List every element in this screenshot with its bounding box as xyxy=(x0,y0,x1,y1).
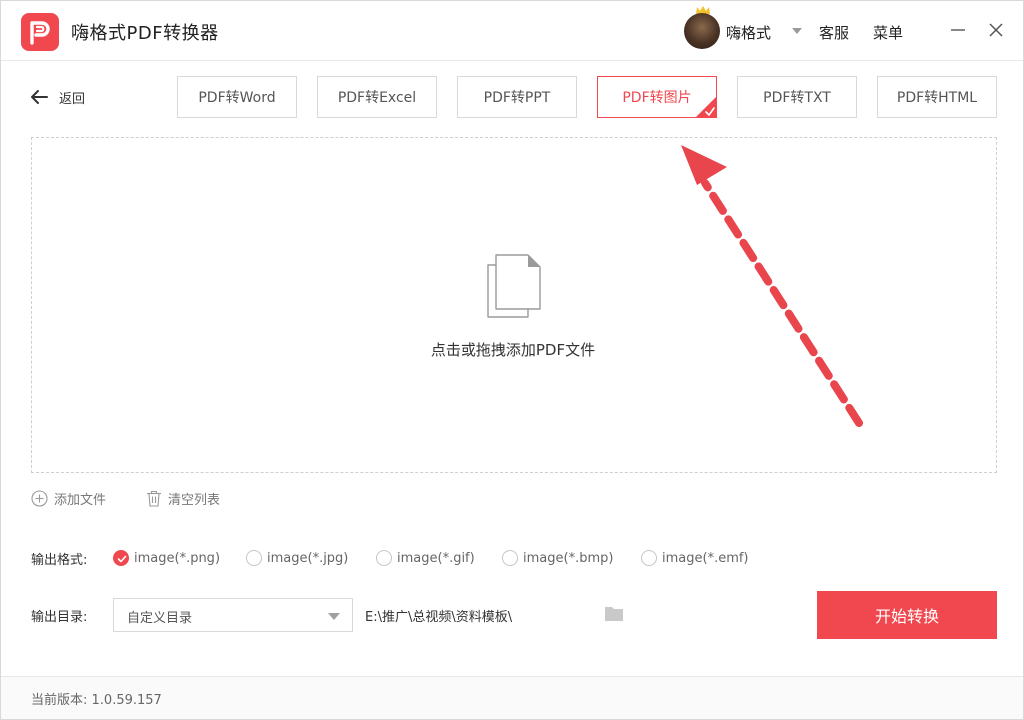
back-button[interactable]: 返回 xyxy=(29,87,85,107)
radio-unchecked-icon xyxy=(246,550,262,566)
tab-pdf-to-word[interactable]: PDF转Word xyxy=(177,76,297,118)
service-button[interactable]: 客服 xyxy=(819,22,849,43)
radio-label: image(*.emf) xyxy=(662,550,749,566)
trash-icon xyxy=(147,490,161,507)
radio-unchecked-icon xyxy=(376,550,392,566)
drop-hint: 点击或拖拽添加PDF文件 xyxy=(430,341,596,359)
radio-bmp[interactable]: image(*.bmp) xyxy=(502,548,613,568)
tab-pdf-to-txt[interactable]: PDF转TXT xyxy=(737,76,857,118)
version-info: 当前版本: 1.0.59.157 xyxy=(31,689,162,708)
tab-label: PDF转PPT xyxy=(483,90,551,106)
radio-jpg[interactable]: image(*.jpg) xyxy=(246,548,348,568)
clear-list-label: 清空列表 xyxy=(168,492,221,508)
tab-label: PDF转Word xyxy=(198,90,276,106)
tab-pdf-to-image[interactable]: PDF转图片 xyxy=(597,76,717,118)
chevron-down-icon[interactable] xyxy=(791,27,803,35)
tab-label: PDF转TXT xyxy=(763,90,831,106)
app-window: 嗨格式PDF转换器 嗨格式 客服 菜单 返回 PDF转Word PDF转Exce… xyxy=(0,0,1024,720)
username[interactable]: 嗨格式 xyxy=(726,22,771,43)
clear-list-button[interactable]: 清空列表 xyxy=(146,488,220,508)
tab-pdf-to-excel[interactable]: PDF转Excel xyxy=(317,76,437,118)
title-bar: 嗨格式PDF转换器 嗨格式 客服 菜单 xyxy=(1,1,1023,61)
footer: 当前版本: 1.0.59.157 xyxy=(1,676,1023,719)
add-file-label: 添加文件 xyxy=(54,492,107,508)
start-convert-button[interactable]: 开始转换 xyxy=(817,591,997,639)
radio-unchecked-icon xyxy=(502,550,518,566)
plus-circle-icon xyxy=(31,489,48,507)
radio-emf[interactable]: image(*.emf) xyxy=(641,548,749,568)
radio-unchecked-icon xyxy=(641,550,657,566)
selected-check-icon xyxy=(695,96,717,118)
app-title: 嗨格式PDF转换器 xyxy=(71,23,219,44)
tab-pdf-to-html[interactable]: PDF转HTML xyxy=(877,76,997,118)
output-dir-select-value: 自定义目录 xyxy=(127,611,193,626)
radio-label: image(*.jpg) xyxy=(267,550,349,566)
menu-button[interactable]: 菜单 xyxy=(873,22,903,43)
folder-icon[interactable] xyxy=(604,605,624,622)
radio-checked-icon xyxy=(113,550,129,566)
version-number: 1.0.59.157 xyxy=(91,693,162,708)
chevron-down-icon xyxy=(328,613,340,620)
tab-label: PDF转Excel xyxy=(337,90,417,106)
output-path: E:\推广\总视频\资料模板\ xyxy=(365,610,513,625)
minimize-icon[interactable] xyxy=(949,21,967,39)
arrow-left-icon xyxy=(31,90,48,104)
output-dir-select[interactable]: 自定义目录 xyxy=(113,598,353,632)
tab-label: PDF转HTML xyxy=(896,90,978,106)
document-icon xyxy=(487,254,541,318)
tab-label: PDF转图片 xyxy=(622,90,692,106)
avatar[interactable] xyxy=(684,13,720,49)
output-format-label: 输出格式: xyxy=(31,553,88,568)
close-icon[interactable] xyxy=(987,21,1005,39)
radio-label: image(*.bmp) xyxy=(523,550,614,566)
app-logo-icon xyxy=(21,13,59,51)
output-dir-label: 输出目录: xyxy=(31,610,88,625)
back-label: 返回 xyxy=(59,91,86,107)
radio-gif[interactable]: image(*.gif) xyxy=(376,548,475,568)
add-file-button[interactable]: 添加文件 xyxy=(31,488,106,508)
radio-label: image(*.png) xyxy=(134,550,221,566)
tab-pdf-to-ppt[interactable]: PDF转PPT xyxy=(457,76,577,118)
radio-png[interactable]: image(*.png) xyxy=(113,548,220,568)
version-label: 当前版本: xyxy=(31,693,88,708)
radio-label: image(*.gif) xyxy=(397,550,475,566)
